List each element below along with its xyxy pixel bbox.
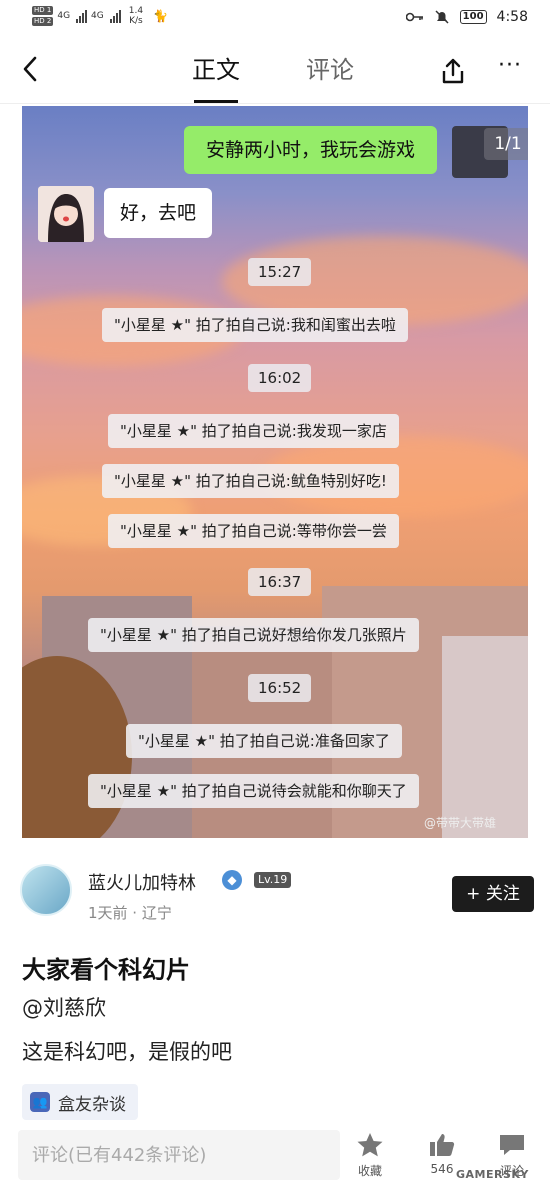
tab-comments[interactable]: 评论 — [306, 54, 354, 86]
post-image[interactable]: 安静两小时，我玩会游戏 1/1 好，去吧 15:27 "小星星 ★" 拍了拍自己… — [22, 106, 528, 838]
pat-message: "小星星 ★" 拍了拍自己说:我和闺蜜出去啦 — [102, 308, 408, 342]
share-icon — [442, 58, 464, 84]
share-button[interactable] — [438, 56, 468, 86]
status-bar: HD 1 HD 2 4G 4G 1.4 K/s 🐈 100 4:58 — [0, 0, 550, 38]
verified-icon: ◆ — [222, 870, 242, 890]
contact-avatar — [38, 186, 94, 242]
net-speed-value: 1.4 — [128, 6, 144, 16]
back-arrow-icon — [23, 56, 37, 82]
pat-message: "小星星 ★" 拍了拍自己说:鱿鱼特别好吃! — [102, 464, 399, 498]
hd1-badge: HD 1 — [32, 6, 54, 15]
post-body: 这是科幻吧，是假的吧 — [22, 1040, 232, 1064]
image-page-counter: 1/1 — [484, 128, 528, 160]
comment-input[interactable] — [18, 1130, 340, 1180]
group-icon: 👥 — [30, 1092, 50, 1112]
net-speed-unit: K/s — [129, 16, 143, 26]
pat-message: "小星星 ★" 拍了拍自己说好想给你发几张照片 — [88, 618, 419, 652]
cat-icon: 🐈 — [153, 9, 169, 23]
hd-badges: HD 1 HD 2 — [32, 6, 54, 26]
more-button[interactable]: ··· — [498, 55, 532, 78]
chat-bubble-contact: 好，去吧 — [104, 188, 213, 238]
author-avatar[interactable] — [20, 864, 72, 916]
top-nav: 正文 评论 ··· — [0, 40, 550, 104]
author-name[interactable]: 蓝火儿加特林 — [88, 869, 196, 895]
time-stamp: 16:52 — [248, 674, 312, 702]
battery-indicator: 100 — [459, 10, 487, 24]
time-stamp: 16:37 — [248, 568, 312, 596]
post-meta: 1天前 · 辽宁 — [88, 904, 172, 922]
weibo-watermark: @带带大带雄 — [424, 816, 497, 830]
thumbs-up-icon — [430, 1134, 455, 1156]
clock: 4:58 — [496, 9, 528, 25]
favorite-button[interactable]: 收藏 — [340, 1132, 400, 1179]
tab-comments-label: 评论 — [306, 56, 354, 84]
net-speed: 1.4 K/s — [129, 6, 143, 26]
chat-bubble-self: 安静两小时，我玩会游戏 — [184, 126, 438, 174]
group-tag[interactable]: 👥 盒友杂谈 — [22, 1084, 138, 1120]
tab-article[interactable]: 正文 — [192, 54, 240, 103]
star-icon — [357, 1133, 383, 1157]
pat-message: "小星星 ★" 拍了拍自己说:准备回家了 — [126, 724, 402, 758]
site-watermark: GAMERSKY — [456, 1168, 529, 1181]
mute-bell-icon — [435, 10, 449, 24]
network-label-2: 4G — [91, 11, 104, 21]
tab-article-label: 正文 — [192, 56, 240, 84]
more-icon: ··· — [498, 53, 522, 78]
key-icon — [405, 12, 423, 22]
status-right: 100 4:58 — [405, 9, 528, 25]
signal-icon-1 — [76, 9, 88, 23]
signal-icon-2 — [109, 9, 121, 23]
mention-link[interactable]: @刘慈欣 — [22, 992, 106, 1022]
pat-message: "小星星 ★" 拍了拍自己说:等带你尝一尝 — [108, 514, 399, 548]
back-button[interactable] — [16, 54, 46, 84]
follow-button[interactable]: + 关注 — [452, 876, 534, 912]
nav-divider — [0, 103, 550, 104]
time-stamp: 16:02 — [248, 364, 312, 392]
hd2-badge: HD 2 — [32, 17, 54, 26]
time-stamp: 15:27 — [248, 258, 312, 286]
comment-bubble-icon — [500, 1135, 524, 1155]
group-name: 盒友杂谈 — [58, 1094, 126, 1115]
status-left: HD 1 HD 2 4G 4G 1.4 K/s 🐈 — [32, 6, 168, 26]
favorite-label: 收藏 — [357, 1164, 382, 1178]
pat-message: "小星星 ★" 拍了拍自己说:我发现一家店 — [108, 414, 399, 448]
level-badge: Lv.19 — [254, 872, 292, 888]
pat-message: "小星星 ★" 拍了拍自己说待会就能和你聊天了 — [88, 774, 419, 808]
post-title: 大家看个科幻片 — [22, 956, 190, 984]
network-label-1: 4G — [57, 11, 71, 21]
girl-avatar-icon — [38, 186, 94, 242]
